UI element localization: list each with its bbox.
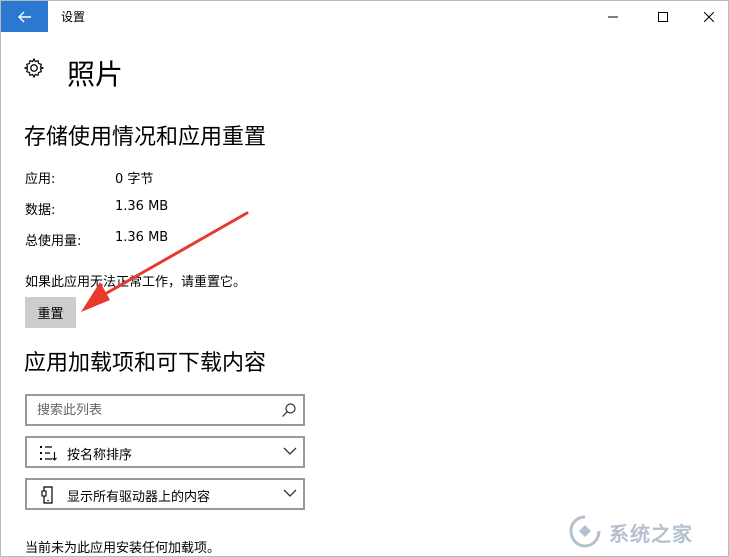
- sort-list-icon: [40, 446, 57, 461]
- watermark-text: 系统之家: [609, 521, 693, 546]
- page-header: [23, 57, 45, 79]
- data-size-label: 数据:: [25, 203, 56, 218]
- app-size-label: 应用:: [25, 172, 56, 187]
- watermark-logo-icon: [569, 515, 601, 548]
- title-bar: 设置: [1, 1, 728, 32]
- back-arrow-icon: [17, 11, 31, 22]
- no-addons-text: 当前未为此应用安装任何加载项。: [25, 541, 221, 556]
- chevron-down-icon: [283, 447, 297, 455]
- back-button[interactable]: [1, 1, 48, 32]
- maximize-button[interactable]: [640, 1, 686, 32]
- reset-button[interactable]: 重置: [25, 297, 76, 328]
- page-title: 照片: [67, 58, 124, 91]
- gear-icon: [24, 58, 44, 78]
- maximize-icon: [658, 11, 668, 22]
- search-box[interactable]: [25, 394, 305, 426]
- settings-window: 设置 照片 存储使用情况和应用重置 应用: 0 字节 数据: 1.36 MB 总…: [0, 0, 729, 557]
- data-size-value: 1.36 MB: [115, 199, 169, 214]
- close-icon: [704, 11, 714, 22]
- drive-device-icon: [41, 486, 53, 504]
- minimize-icon: [608, 16, 618, 17]
- total-usage-value: 1.36 MB: [115, 230, 169, 245]
- site-watermark: 系统之家: [567, 515, 693, 549]
- close-button[interactable]: [686, 1, 729, 32]
- window-title: 设置: [61, 10, 86, 24]
- drive-filter-dropdown[interactable]: 显示所有驱动器上的内容: [25, 478, 305, 510]
- search-input[interactable]: [37, 402, 277, 418]
- storage-section-title: 存储使用情况和应用重置: [24, 125, 267, 150]
- addons-section-title: 应用加载项和可下载内容: [24, 351, 267, 376]
- minimize-button[interactable]: [590, 1, 636, 32]
- sort-dropdown-label: 按名称排序: [67, 448, 133, 463]
- search-icon: [282, 403, 296, 417]
- sort-dropdown[interactable]: 按名称排序: [25, 436, 305, 468]
- chevron-down-icon: [283, 489, 297, 497]
- app-size-value: 0 字节: [115, 172, 154, 187]
- drive-filter-label: 显示所有驱动器上的内容: [67, 490, 211, 505]
- total-usage-label: 总使用量:: [25, 234, 82, 249]
- reset-hint-text: 如果此应用无法正常工作，请重置它。: [25, 275, 247, 290]
